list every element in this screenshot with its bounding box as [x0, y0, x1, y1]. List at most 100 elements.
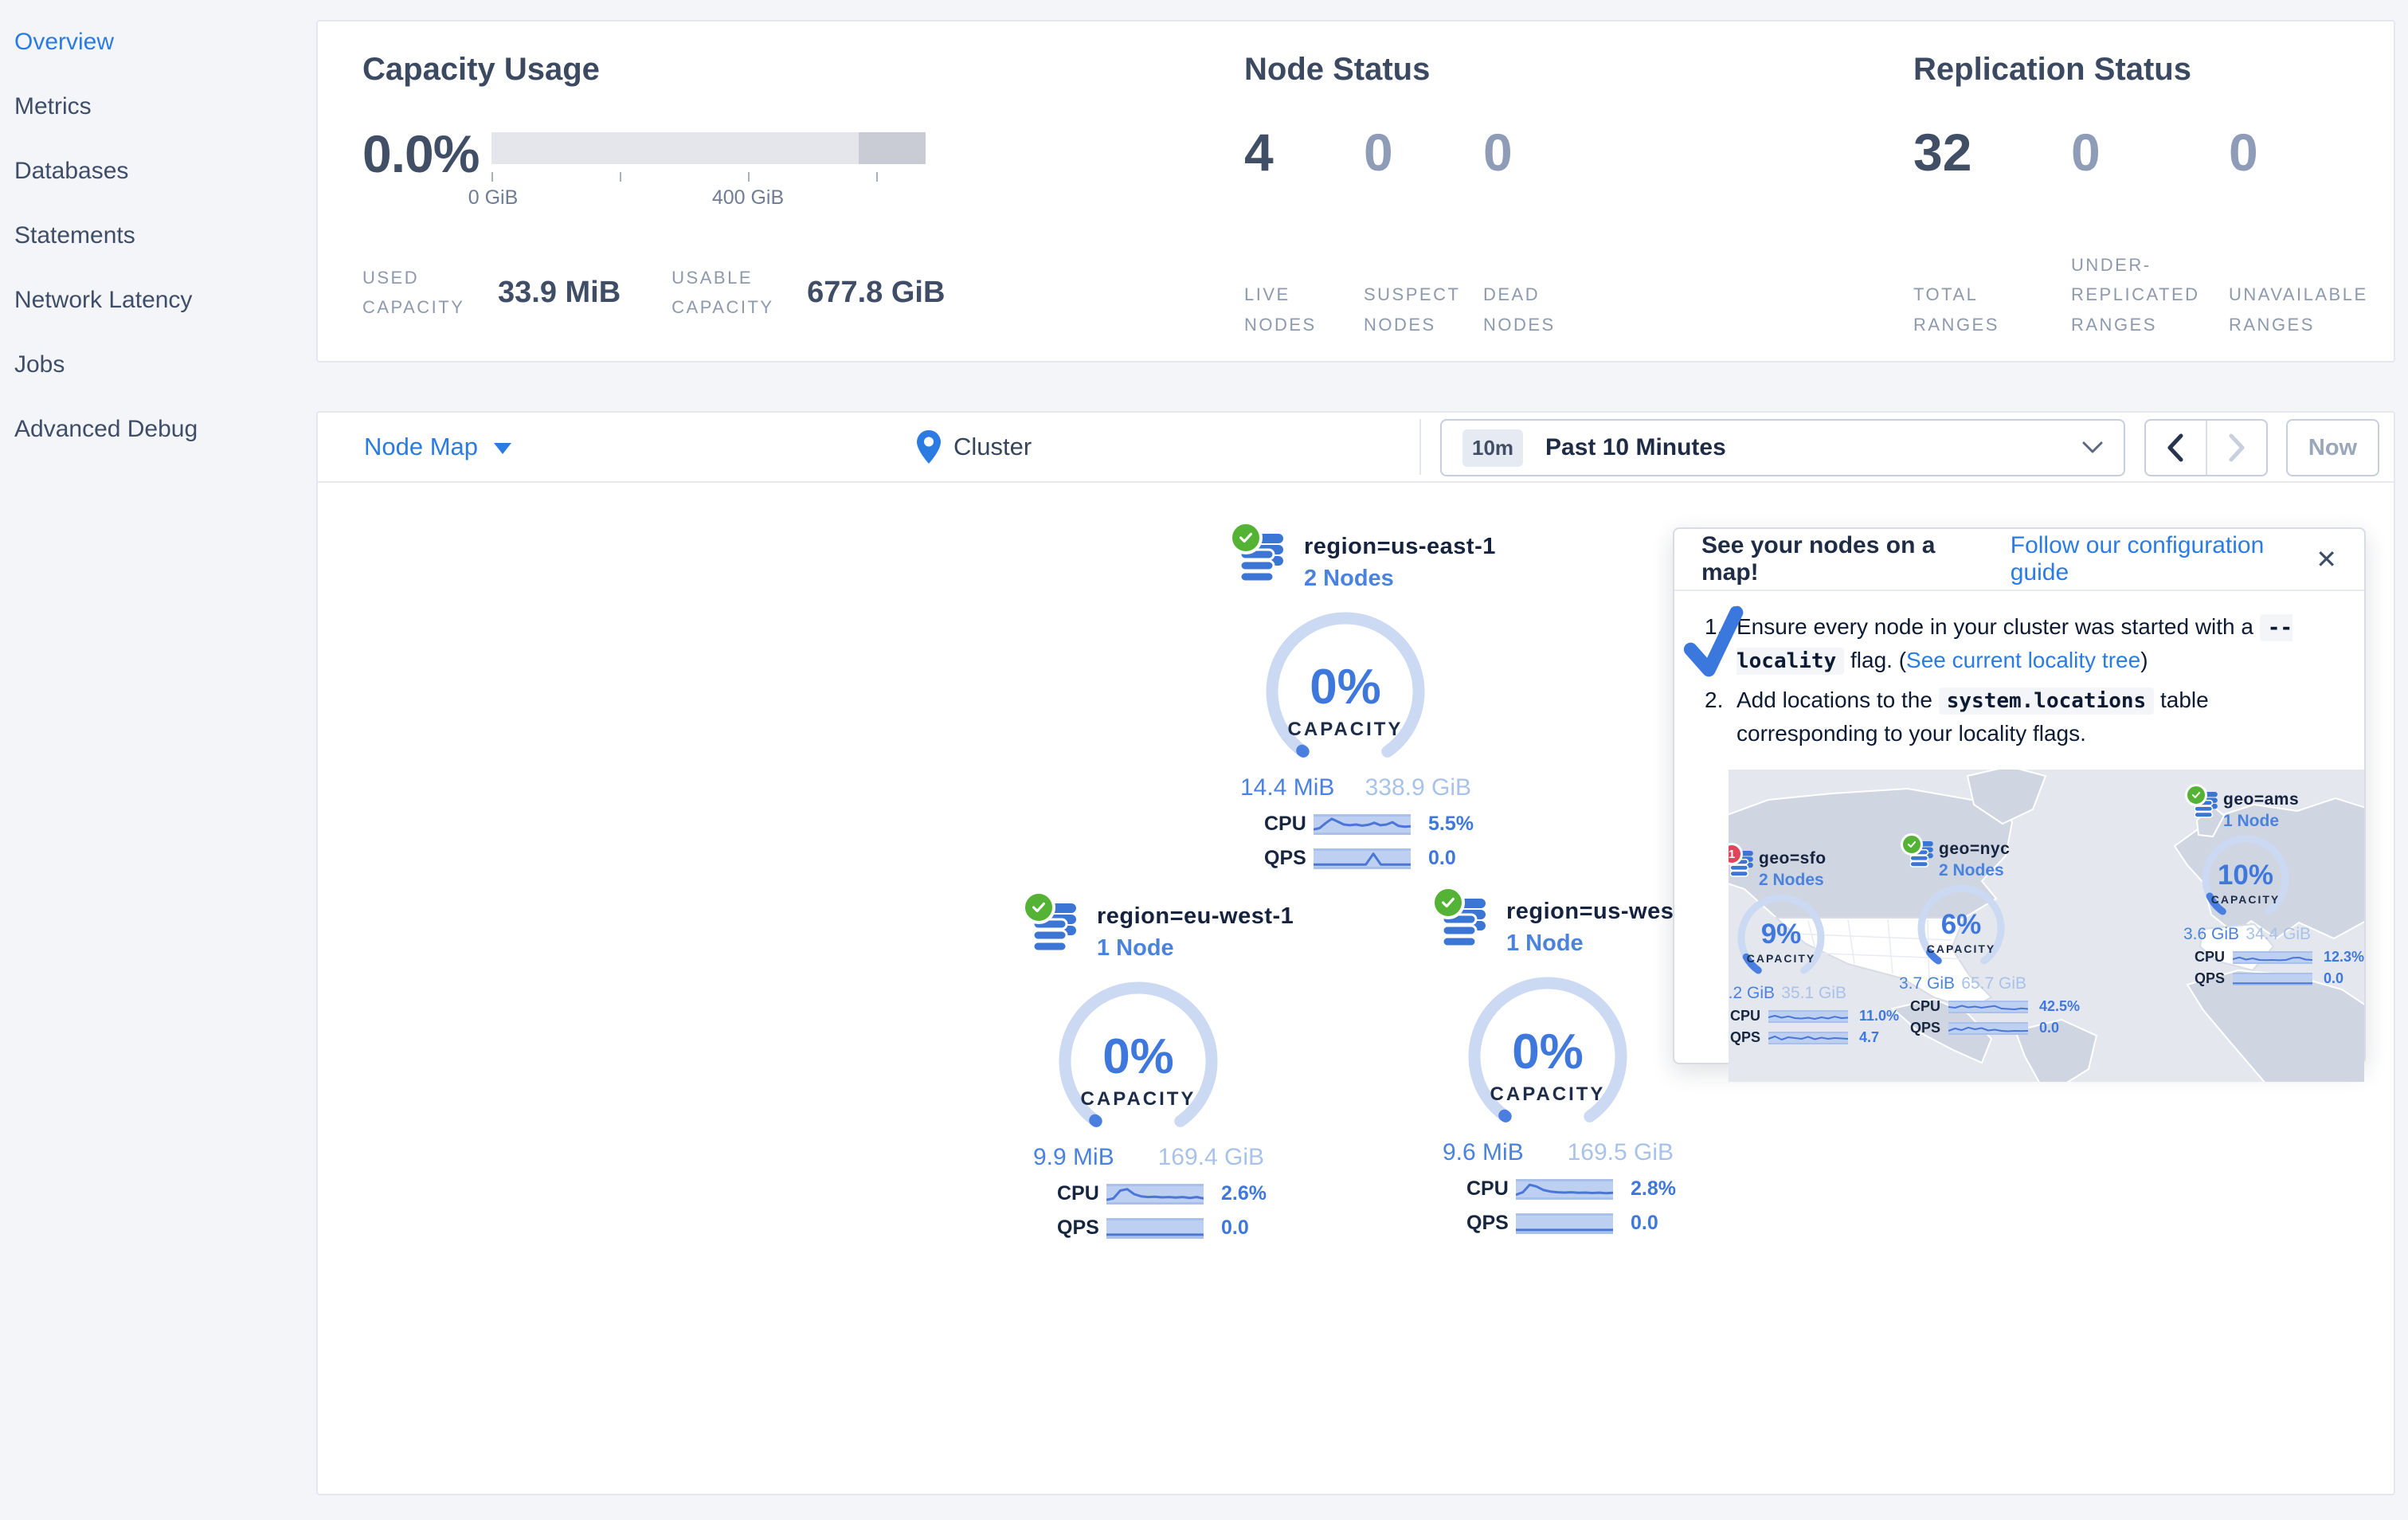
- cpu-value: 2.6%: [1221, 1182, 1267, 1205]
- qps-value: 0.0: [2324, 970, 2344, 986]
- qps-value: 0.0: [1221, 1216, 1249, 1239]
- close-icon[interactable]: ✕: [2316, 546, 2337, 572]
- capacity-tick: [748, 172, 750, 182]
- qps-label: QPS: [1466, 1212, 1509, 1234]
- time-nav-arrows: [2144, 419, 2268, 476]
- cpu-row: CPU 5.5%: [1240, 813, 1487, 836]
- qps-sparkline: [1516, 1212, 1613, 1234]
- sidebar-item-overview[interactable]: Overview: [14, 10, 316, 74]
- replication-status-section: Replication Status 32 TOTAL RANGES 0 UND…: [1913, 52, 2386, 339]
- region-gauge: region=eu-west-1 1 Node 0% CAPACITY 9.9 MiB 1…: [1022, 891, 1294, 1240]
- capacity-bar-nonusable-segment: [859, 132, 926, 164]
- capacity-usage-section: Capacity Usage 0.0% 0 GiB 400 GiB USED C…: [362, 52, 969, 323]
- locality-nodes-link[interactable]: 1 Node: [2223, 812, 2364, 831]
- live-nodes-metric: 4 LIVE NODES: [1244, 126, 1364, 339]
- locality-nodes-link[interactable]: 1 Node: [1097, 935, 1280, 962]
- step-number: 1.: [1705, 614, 1724, 639]
- healthy-check-icon: [1901, 833, 1923, 856]
- dead-nodes-label: DEAD NODES: [1483, 284, 1556, 335]
- now-button[interactable]: Now: [2286, 419, 2379, 476]
- locality-nodes-link[interactable]: 2 Nodes: [1759, 871, 1921, 890]
- qps-sparkline: [2233, 972, 2312, 985]
- capacity-tick-label: 400 GiB: [711, 186, 785, 209]
- sidebar-item-statements[interactable]: Statements: [14, 203, 316, 268]
- chevron-down-icon: [494, 443, 512, 454]
- cpu-sparkline: [1948, 1000, 2029, 1013]
- capacity-word: CAPACITY: [2210, 893, 2281, 906]
- node-db-icon: 1: [1729, 843, 1754, 882]
- total-capacity: 169.5 GiB: [1567, 1139, 1674, 1165]
- time-range-dropdown[interactable]: 10m Past 10 Minutes: [1440, 419, 2125, 476]
- capacity-gauge: 10% CAPACITY: [2193, 831, 2298, 925]
- qps-label: QPS: [2195, 970, 2226, 986]
- used-capacity: 3.2 GiB: [1729, 984, 1776, 1002]
- total-capacity: 35.1 GiB: [1781, 984, 1846, 1002]
- sidebar-item-databases[interactable]: Databases: [14, 139, 316, 203]
- capacity-values: 14.4 MiB 338.9 GiB: [1240, 774, 1471, 801]
- capacity-tick-label: 0 GiB: [468, 186, 519, 209]
- total-ranges-label: TOTAL RANGES: [1913, 284, 1999, 335]
- inline-code: system.locations: [1938, 688, 2155, 715]
- qps-sparkline: [1948, 1021, 2029, 1035]
- time-next-button[interactable]: [2205, 421, 2267, 475]
- under-replicated-ranges-value: 0: [2071, 123, 2101, 182]
- step-number: 2.: [1705, 688, 1724, 712]
- step-text: Add locations to the: [1737, 688, 1939, 712]
- qps-value: 0.0: [2039, 1020, 2060, 1036]
- node-db-icon: [1431, 886, 1487, 954]
- locality-nodes-link[interactable]: 2 Nodes: [1939, 861, 2101, 880]
- sidebar-item-metrics[interactable]: Metrics: [14, 74, 316, 139]
- sidebar-nav: Overview Metrics Databases Statements Networ…: [0, 0, 316, 461]
- time-prev-button[interactable]: [2146, 421, 2206, 475]
- view-selector-dropdown[interactable]: Node Map: [364, 413, 512, 481]
- total-capacity: 169.4 GiB: [1157, 1144, 1264, 1170]
- locality-name: region=eu-west-1: [1097, 903, 1294, 929]
- node-status-title: Node Status: [1244, 52, 1431, 87]
- cpu-sparkline: [1515, 1178, 1614, 1200]
- toolbar-divider: [1419, 419, 1421, 475]
- capacity-values: 9.9 MiB 169.4 GiB: [1033, 1144, 1264, 1171]
- node-map-toolbar: Node Map Cluster 10m Past 10 Minutes Now: [318, 413, 2394, 483]
- locality-header: 1 geo=sfo 2 Nodes: [1729, 843, 1921, 890]
- popup-title: See your nodes on a map!: [1701, 532, 1936, 586]
- cpu-label: CPU: [2195, 949, 2226, 965]
- capacity-gauge: 0% CAPACITY: [1452, 970, 1643, 1139]
- locality-header: geo=nyc 2 Nodes: [1901, 833, 2101, 880]
- locality-nodes-link[interactable]: 1 Node: [1506, 930, 1690, 957]
- chevron-down-icon: [2082, 441, 2103, 454]
- capacity-values: 3.6 GiB 34.4 GiB: [2183, 925, 2311, 944]
- used-capacity: 9.9 MiB: [1033, 1144, 1114, 1170]
- qps-sparkline: [1768, 1031, 1849, 1044]
- capacity-percent: 0%: [1102, 1029, 1174, 1084]
- sidebar-item-jobs[interactable]: Jobs: [14, 332, 316, 397]
- locality-gauge: geo=ams 1 Node 10% CAPACITY 3.6 GiB 34.4 GiB C…: [2183, 784, 2364, 987]
- qps-row: QPS 4.7: [1730, 1029, 1921, 1046]
- mini-world-map: 1 geo=sfo 2 Nodes 9% CAPACITY 3.2 GiB 35.1 GiB…: [1729, 770, 2364, 1082]
- sidebar-item-network-latency[interactable]: Network Latency: [14, 268, 316, 332]
- capacity-percent: 10%: [2217, 860, 2274, 891]
- capacity-tick: [620, 172, 621, 182]
- usable-capacity-label: USABLE CAPACITY: [671, 268, 774, 318]
- popup-step: 2. Add locations to the system.locations …: [1701, 684, 2337, 750]
- configuration-guide-link[interactable]: Follow our configuration guide: [2011, 532, 2316, 586]
- capacity-word: CAPACITY: [1926, 942, 1996, 955]
- used-capacity: 3.7 GiB: [1899, 974, 1956, 993]
- used-capacity: 3.6 GiB: [2183, 925, 2240, 943]
- node-db-icon: [2185, 784, 2218, 823]
- qps-label: QPS: [1264, 847, 1306, 869]
- locality-tree-link[interactable]: See current locality tree: [1906, 648, 2140, 672]
- locality-header: geo=ams 1 Node: [2185, 784, 2364, 831]
- breadcrumb[interactable]: Cluster: [917, 413, 1032, 481]
- replication-status-title: Replication Status: [1913, 52, 2191, 87]
- cpu-value: 5.5%: [1428, 813, 1474, 835]
- live-nodes-label: LIVE NODES: [1244, 284, 1317, 335]
- capacity-percent: 0%: [1310, 660, 1381, 715]
- cpu-label: CPU: [1466, 1177, 1509, 1200]
- cpu-value: 42.5%: [2039, 998, 2081, 1014]
- cpu-value: 12.3%: [2324, 949, 2364, 965]
- locality-nodes-link[interactable]: 2 Nodes: [1304, 566, 1487, 592]
- sidebar-item-advanced-debug[interactable]: Advanced Debug: [14, 397, 316, 461]
- cpu-value: 11.0%: [1859, 1008, 1900, 1024]
- region-gauge: region=us-east-1 2 Nodes 0% CAPACITY 14.4 Mi…: [1229, 521, 1495, 870]
- capacity-usage-title: Capacity Usage: [362, 52, 600, 87]
